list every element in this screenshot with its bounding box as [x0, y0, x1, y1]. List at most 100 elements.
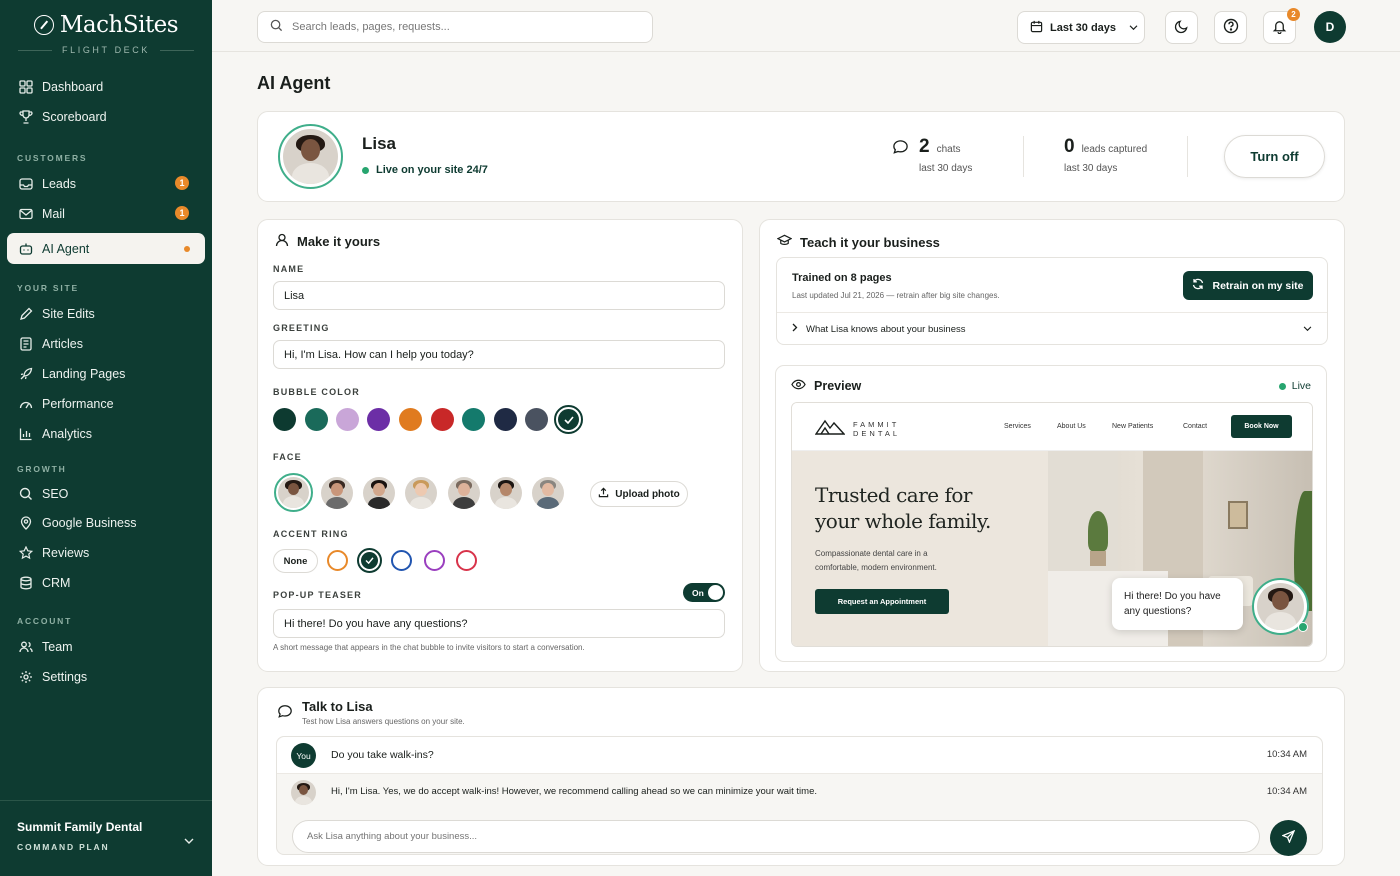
face-option[interactable]	[405, 477, 437, 509]
site-book-now-button[interactable]: Book Now	[1231, 415, 1292, 438]
sidebar-item-landing-pages[interactable]: Landing Pages	[7, 358, 205, 389]
leads-value: 0	[1064, 136, 1075, 157]
accent-ring-option[interactable]	[424, 550, 445, 571]
agent-name-input[interactable]	[273, 281, 725, 310]
popup-teaser-input[interactable]	[273, 609, 725, 638]
notifications-button[interactable]: 2	[1263, 8, 1300, 44]
section-title-customers: CUSTOMERS	[17, 153, 88, 163]
popup-teaser-label: POP-UP TEASER	[273, 590, 362, 600]
bubble-color-swatch[interactable]	[462, 408, 485, 431]
accent-ring-option-selected[interactable]	[357, 548, 382, 573]
upload-photo-button[interactable]: Upload photo	[590, 481, 688, 507]
site-nav-new-patients[interactable]: New Patients	[1112, 423, 1153, 430]
brand-logo[interactable]: MachSites	[0, 12, 212, 38]
bubble-color-swatch[interactable]	[336, 408, 359, 431]
site-nav-about[interactable]: About Us	[1057, 423, 1086, 430]
make-it-yours-header: Make it yours	[275, 233, 380, 250]
face-option[interactable]	[448, 477, 480, 509]
chat-transcript: You Do you take walk-ins? 10:34 AM Hi, I…	[276, 736, 1323, 856]
sidebar-item-label: Analytics	[42, 426, 93, 441]
site-nav-services[interactable]: Services	[1004, 423, 1031, 430]
chat-teaser-bubble[interactable]: Hi there! Do you have any questions?	[1112, 578, 1243, 630]
face-option[interactable]	[532, 477, 564, 509]
sidebar-item-google-business[interactable]: Google Business	[7, 507, 205, 538]
popup-teaser-toggle[interactable]: On	[683, 583, 725, 602]
bubble-color-swatch[interactable]	[305, 408, 328, 431]
sidebar-item-seo[interactable]: SEO	[7, 478, 205, 509]
compass-icon	[33, 15, 54, 35]
chevron-down-icon	[1129, 22, 1138, 34]
bubble-color-swatch[interactable]	[273, 408, 296, 431]
sidebar-item-site-edits[interactable]: Site Edits	[7, 298, 205, 329]
sidebar-item-label: Mail	[42, 206, 65, 221]
bubble-color-swatch[interactable]	[399, 408, 422, 431]
bubble-color-swatch[interactable]	[494, 408, 517, 431]
face-option[interactable]	[490, 477, 522, 509]
user-avatar[interactable]: D	[1314, 11, 1346, 43]
preview-panel: Preview Live FAMMIT DENTAL Services Abou…	[775, 365, 1327, 662]
help-button[interactable]	[1214, 11, 1247, 44]
plan-name: COMMAND PLAN	[17, 842, 110, 852]
accent-ring-option[interactable]	[391, 550, 412, 571]
sidebar-item-articles[interactable]: Articles	[7, 328, 205, 359]
knowledge-accordion[interactable]: What Lisa knows about your business	[792, 313, 1312, 345]
chat-message-row: Hi, I'm Lisa. Yes, we do accept walk-ins…	[277, 774, 1322, 811]
global-search[interactable]	[257, 11, 653, 43]
site-hero-sub-line: comfortable, modern environment.	[815, 563, 937, 572]
sidebar-item-mail[interactable]: Mail 1	[7, 198, 205, 229]
face-option-selected[interactable]	[274, 473, 313, 512]
chat-bubble-icon	[277, 704, 293, 722]
bar-chart-icon	[18, 426, 33, 441]
sidebar-item-scoreboard[interactable]: Scoreboard	[7, 101, 205, 132]
sidebar-item-reviews[interactable]: Reviews	[7, 537, 205, 568]
face-option[interactable]	[363, 477, 395, 509]
sidebar-item-analytics[interactable]: Analytics	[7, 418, 205, 449]
turn-off-button[interactable]: Turn off	[1224, 135, 1325, 178]
theme-toggle-button[interactable]	[1165, 11, 1198, 44]
accent-ring-option[interactable]	[456, 550, 477, 571]
site-request-appointment-button[interactable]: Request an Appointment	[815, 589, 949, 614]
section-title-growth: GROWTH	[17, 464, 67, 474]
bell-icon	[1272, 19, 1287, 37]
bubble-color-swatch[interactable]	[431, 408, 454, 431]
star-icon	[18, 545, 33, 560]
date-range-select[interactable]: Last 30 days	[1017, 11, 1145, 44]
face-option[interactable]	[321, 477, 353, 509]
site-hero-line: your whole family.	[815, 509, 991, 533]
retrain-label: Retrain on my site	[1212, 279, 1304, 292]
robot-icon	[18, 241, 33, 256]
sidebar-item-ai-agent[interactable]: AI Agent	[7, 233, 205, 264]
user-icon	[275, 233, 289, 250]
sidebar-item-team[interactable]: Team	[7, 631, 205, 662]
talk-title: Talk to Lisa	[302, 699, 373, 714]
chat-input[interactable]	[292, 820, 1260, 853]
leads-period: last 30 days	[1064, 163, 1118, 174]
mail-icon	[18, 206, 33, 221]
sidebar-item-leads[interactable]: Leads 1	[7, 168, 205, 199]
bubble-color-swatch[interactable]	[367, 408, 390, 431]
accent-none-option[interactable]: None	[273, 549, 318, 573]
site-nav-contact[interactable]: Contact	[1183, 423, 1207, 430]
sidebar-item-label: AI Agent	[42, 241, 90, 256]
talk-card: Talk to Lisa Test how Lisa answers quest…	[257, 687, 1345, 866]
greeting-input[interactable]	[273, 340, 725, 369]
last-updated: Last updated Jul 21, 2026 — retrain afte…	[792, 291, 1000, 300]
chevron-down-icon	[1303, 324, 1312, 335]
chats-value: 2	[919, 136, 930, 157]
send-button[interactable]	[1270, 820, 1307, 856]
accent-ring-option[interactable]	[327, 550, 348, 571]
workspace-switcher[interactable]: Summit Family Dental COMMAND PLAN	[0, 800, 212, 876]
sidebar-item-settings[interactable]: Settings	[7, 661, 205, 692]
retrain-button[interactable]: Retrain on my site	[1183, 271, 1313, 300]
sidebar-item-performance[interactable]: Performance	[7, 388, 205, 419]
chat-launcher-avatar[interactable]	[1252, 578, 1309, 635]
bubble-color-swatch[interactable]	[525, 408, 548, 431]
sidebar-item-label: Dashboard	[42, 79, 104, 94]
sidebar-item-crm[interactable]: CRM	[7, 567, 205, 598]
sidebar-item-dashboard[interactable]: Dashboard	[7, 71, 205, 102]
search-input[interactable]	[292, 21, 612, 33]
users-icon	[18, 639, 33, 654]
teach-header: Teach it your business	[776, 234, 940, 250]
message-time: 10:34 AM	[1266, 786, 1307, 797]
bubble-color-swatch-selected[interactable]	[554, 405, 583, 434]
